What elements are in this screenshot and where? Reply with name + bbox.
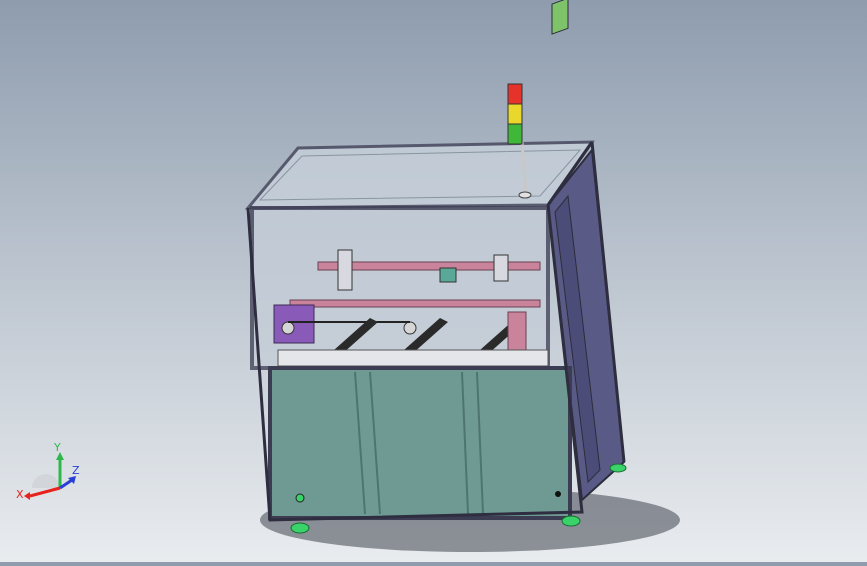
x-axis-label: X [16, 488, 24, 501]
tower-lamp-2 [507, 103, 523, 125]
pink-column [507, 311, 527, 357]
x-axis [29, 486, 61, 498]
cylinder-right [493, 254, 509, 282]
pulley-right [403, 321, 417, 335]
foot-front-left [290, 522, 310, 534]
machine-model-render [244, 0, 680, 552]
gantry-rail-bottom [289, 299, 541, 308]
worktable [277, 349, 549, 367]
front-glass [250, 206, 550, 370]
orientation-triad: Y X Z [16, 441, 80, 501]
tower-lamp-3 [507, 123, 523, 145]
panel-lock-right [555, 491, 561, 497]
hmi-screen [551, 0, 569, 35]
drive-plate [273, 304, 315, 344]
3d-viewport[interactable]: Y X Z [0, 0, 867, 562]
tower-base [518, 191, 532, 199]
z-axis-label: Z [72, 464, 80, 477]
panel-knob-left [295, 493, 305, 503]
sensor-block [439, 267, 457, 283]
x-arrowhead [24, 492, 30, 500]
lower-panel [268, 366, 572, 520]
pulley-left [281, 321, 295, 335]
foot-front-right [561, 515, 581, 527]
tower-lamp-1 [507, 83, 523, 105]
triad-sphere [32, 474, 60, 488]
foot-back-right [609, 463, 627, 473]
cylinder-left [337, 249, 353, 291]
y-axis-label: Y [53, 441, 61, 454]
z-axis [59, 478, 73, 490]
